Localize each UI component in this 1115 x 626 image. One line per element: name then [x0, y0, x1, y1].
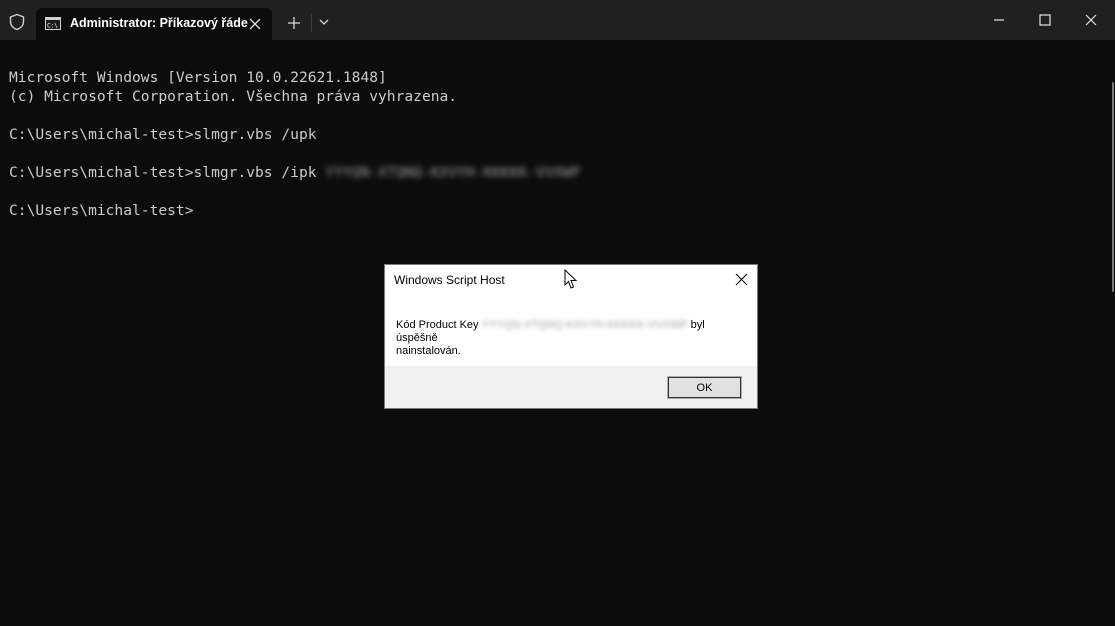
terminal-line: (c) Microsoft Corporation. Všechna práva… [9, 88, 458, 105]
message-line-2: nainstalován. [396, 345, 461, 357]
tab-close-icon[interactable] [248, 17, 262, 31]
terminal-line: Microsoft Windows [Version 10.0.22621.18… [9, 69, 387, 86]
dialog-close-icon[interactable] [735, 273, 748, 286]
ok-button[interactable]: OK [667, 376, 742, 399]
minimize-button[interactable] [991, 12, 1007, 28]
tab-title: Administrator: Příkazový řáde [70, 16, 248, 30]
tab-separator [311, 14, 312, 32]
chevron-down-icon[interactable] [318, 17, 330, 27]
scrollbar[interactable] [1109, 40, 1115, 626]
maximize-button[interactable] [1037, 12, 1053, 28]
terminal-line: C:\Users\michal-test>slmgr.vbs /upk [9, 126, 317, 143]
redacted-product-key: YYYQN-XTQNQ-KXVYH-KKKKK-VVXWP [481, 319, 688, 331]
scrollbar-thumb[interactable] [1112, 82, 1114, 292]
tab-command-prompt[interactable]: C:\ Administrator: Příkazový řáde [36, 8, 272, 40]
shield-icon [9, 13, 25, 31]
dialog-message: Kód Product Key YYYQN-XTQNQ-KXVYH-KKKKK-… [396, 319, 736, 358]
terminal-output[interactable]: Microsoft Windows [Version 10.0.22621.18… [9, 49, 1109, 239]
close-window-button[interactable] [1083, 12, 1099, 28]
command-text: C:\Users\michal-test>slmgr.vbs /ipk [9, 164, 326, 181]
terminal-line: C:\Users\michal-test>slmgr.vbs /ipk YYYQ… [9, 163, 1109, 182]
message-prefix: Kód Product Key [396, 319, 482, 331]
dialog-footer: OK [385, 366, 757, 408]
new-tab-button[interactable] [287, 16, 301, 30]
dialog-title: Windows Script Host [394, 273, 505, 287]
svg-text:C:\: C:\ [47, 23, 58, 30]
redacted-product-key: YYYQN-XTQNQ-KXVYH-KKKKK-VVXWP [325, 164, 581, 181]
title-bar: C:\ Administrator: Příkazový řáde [0, 0, 1115, 40]
mouse-cursor-icon [564, 269, 578, 289]
cmd-icon: C:\ [45, 17, 61, 30]
prompt-line: C:\Users\michal-test> [9, 202, 194, 219]
